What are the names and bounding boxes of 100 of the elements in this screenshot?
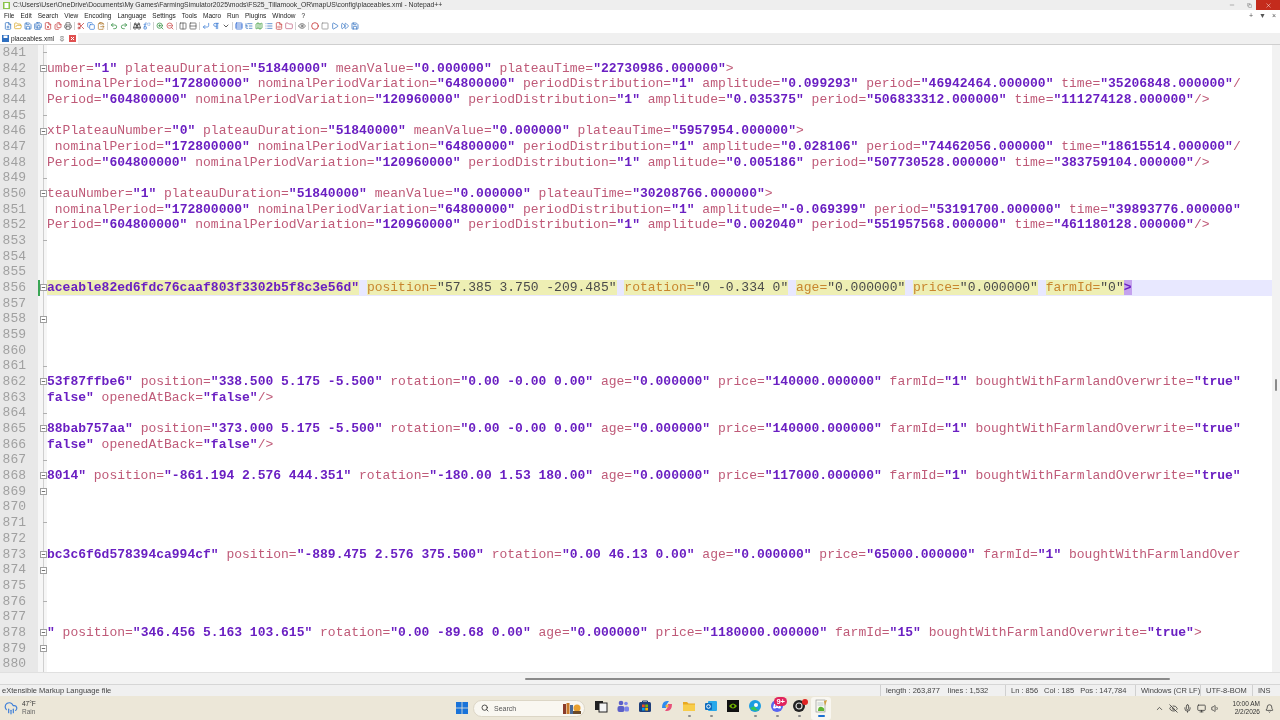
- eye-off-icon[interactable]: [1168, 703, 1178, 713]
- line-number: 859: [2, 327, 26, 343]
- stop-icon[interactable]: [321, 22, 329, 30]
- columns-icon[interactable]: [179, 22, 187, 30]
- line-number: 880: [2, 656, 26, 672]
- fold-icon[interactable]: [40, 284, 47, 292]
- line-number: 864: [2, 405, 26, 422]
- play-icon[interactable]: [331, 22, 339, 30]
- zoom-in-icon[interactable]: [156, 22, 164, 30]
- restore-icon: [1246, 2, 1252, 8]
- fold-icon[interactable]: [40, 629, 47, 637]
- line-number: 870: [2, 499, 26, 516]
- line-number: 878: [2, 624, 26, 641]
- line-number: 871: [2, 515, 26, 531]
- notepad-icon: [814, 699, 828, 713]
- line-number: 865: [2, 421, 26, 437]
- line-number: 861: [2, 358, 26, 375]
- rows-icon[interactable]: [235, 22, 243, 30]
- line-number: 854: [2, 248, 26, 265]
- envelope-icon: [704, 699, 718, 713]
- books-drawing: [563, 702, 581, 714]
- line-number: 855: [2, 264, 26, 281]
- line-number: 868: [2, 468, 26, 484]
- pilcrow-icon[interactable]: [212, 22, 220, 30]
- close-icon[interactable]: [69, 35, 76, 42]
- fold-icon[interactable]: [40, 190, 47, 198]
- fold-icon[interactable]: [40, 127, 47, 135]
- new-file-icon[interactable]: [4, 22, 12, 30]
- line-number: 857: [2, 295, 26, 312]
- line-number: 851: [2, 201, 26, 218]
- line-number: 866: [2, 436, 26, 453]
- rain-cloud-icon[interactable]: [4, 701, 18, 715]
- line-number: 853: [2, 233, 26, 249]
- monitor-icon[interactable]: [1196, 703, 1206, 713]
- code-line: umber="1" plateauDuration="51840000" meanValue="0.000000" plateauTime="22730986.000000">: [47, 60, 734, 77]
- disk-icon[interactable]: [351, 22, 359, 30]
- line-number: 875: [2, 577, 26, 594]
- code-line: Period="604800000" nominalPeriodVariation="120960000" periodDistribution="1" amplitude="0.035375" period="506833312.000000" time="111274128.000000"/>: [47, 92, 1210, 108]
- folder-icon[interactable]: [285, 22, 293, 30]
- save-icon[interactable]: [24, 22, 32, 30]
- line-number: 841: [2, 45, 26, 61]
- line-number: 876: [2, 593, 26, 610]
- line-number: 860: [2, 342, 26, 359]
- scrollbar-thumb[interactable]: [525, 677, 1170, 680]
- line-number: 843: [2, 76, 26, 92]
- code-line: false" openedAtBack="false"/>: [47, 389, 274, 406]
- print-icon[interactable]: [64, 22, 72, 30]
- fold-icon[interactable]: [40, 566, 47, 574]
- open-folder-icon[interactable]: [14, 22, 22, 30]
- pin-icon[interactable]: [59, 35, 65, 42]
- eye-tile-icon: [726, 699, 740, 713]
- cut-icon[interactable]: [77, 22, 85, 30]
- folder-icon: [682, 699, 696, 713]
- close-button[interactable]: [1256, 0, 1280, 10]
- horizontal-scrollbar[interactable]: [0, 672, 1280, 684]
- close-icon: [1264, 1, 1272, 9]
- zoom-out-icon[interactable]: [166, 22, 174, 30]
- fast-forward-icon[interactable]: [341, 22, 349, 30]
- fold-icon[interactable]: [40, 644, 47, 652]
- record-icon[interactable]: [311, 22, 319, 30]
- minimize-icon: [1228, 2, 1235, 8]
- copy-icon[interactable]: [87, 22, 95, 30]
- fold-icon[interactable]: [40, 65, 47, 72]
- code-line: nominalPeriod="172800000" nominalPeriodVariation="64800000" periodDistribution="1" amplitude="0.028106" period="74462056.000000" time="18615514.000000"/: [53, 139, 1241, 155]
- fold-icon[interactable]: [40, 425, 47, 433]
- undo-icon[interactable]: [110, 22, 118, 30]
- save-all-icon[interactable]: [34, 22, 42, 30]
- code-line: " position="346.456 5.163 103.615" rotation="0.00 -89.68 0.00" age="0.000000" price="1180000.000000" farmId="15" boughtWithFarmlandOverwrite="true">: [47, 624, 1202, 641]
- line-number: 842: [2, 60, 26, 77]
- redo-icon[interactable]: [120, 22, 128, 30]
- return-arrow-icon[interactable]: [202, 22, 210, 30]
- fold-icon[interactable]: [40, 378, 47, 386]
- line-number: 849: [2, 170, 26, 187]
- eye-icon[interactable]: [298, 22, 306, 30]
- caret-icon[interactable]: [222, 22, 230, 30]
- fold-icon[interactable]: [40, 472, 47, 480]
- line-number: 856: [2, 280, 26, 296]
- files-icon[interactable]: [54, 22, 62, 30]
- vertical-scrollbar[interactable]: [1272, 45, 1280, 672]
- fold-icon[interactable]: [40, 315, 47, 323]
- save-icon: [2, 35, 9, 42]
- binoculars-icon[interactable]: [133, 22, 141, 30]
- scrollbar-thumb[interactable]: [1275, 379, 1277, 391]
- map-icon[interactable]: [255, 22, 263, 30]
- fold-icon[interactable]: [40, 488, 47, 496]
- fold-icon[interactable]: [40, 550, 47, 558]
- speaker-icon[interactable]: [1210, 703, 1220, 713]
- start-icon[interactable]: [456, 702, 468, 714]
- rows-icon[interactable]: [189, 22, 197, 30]
- code-file-icon[interactable]: [275, 22, 283, 30]
- line-number: 862: [2, 374, 26, 390]
- code-line: 88bab757aa" position="373.000 5.175 -5.500" rotation="0.00 -0.00 0.00" age="0.000000" price="140000.000000" farmId="1" boughtWithFarmlandOverwrite="true": [47, 421, 1241, 437]
- line-number: 858: [2, 311, 26, 328]
- bell-icon[interactable]: [1265, 703, 1274, 713]
- paste-icon[interactable]: [97, 22, 105, 30]
- list-icon[interactable]: [265, 22, 273, 30]
- microphone-icon[interactable]: [1182, 703, 1192, 713]
- close-file-icon[interactable]: [44, 22, 52, 30]
- line-number: 848: [2, 154, 26, 171]
- list-tree-icon[interactable]: [245, 22, 253, 30]
